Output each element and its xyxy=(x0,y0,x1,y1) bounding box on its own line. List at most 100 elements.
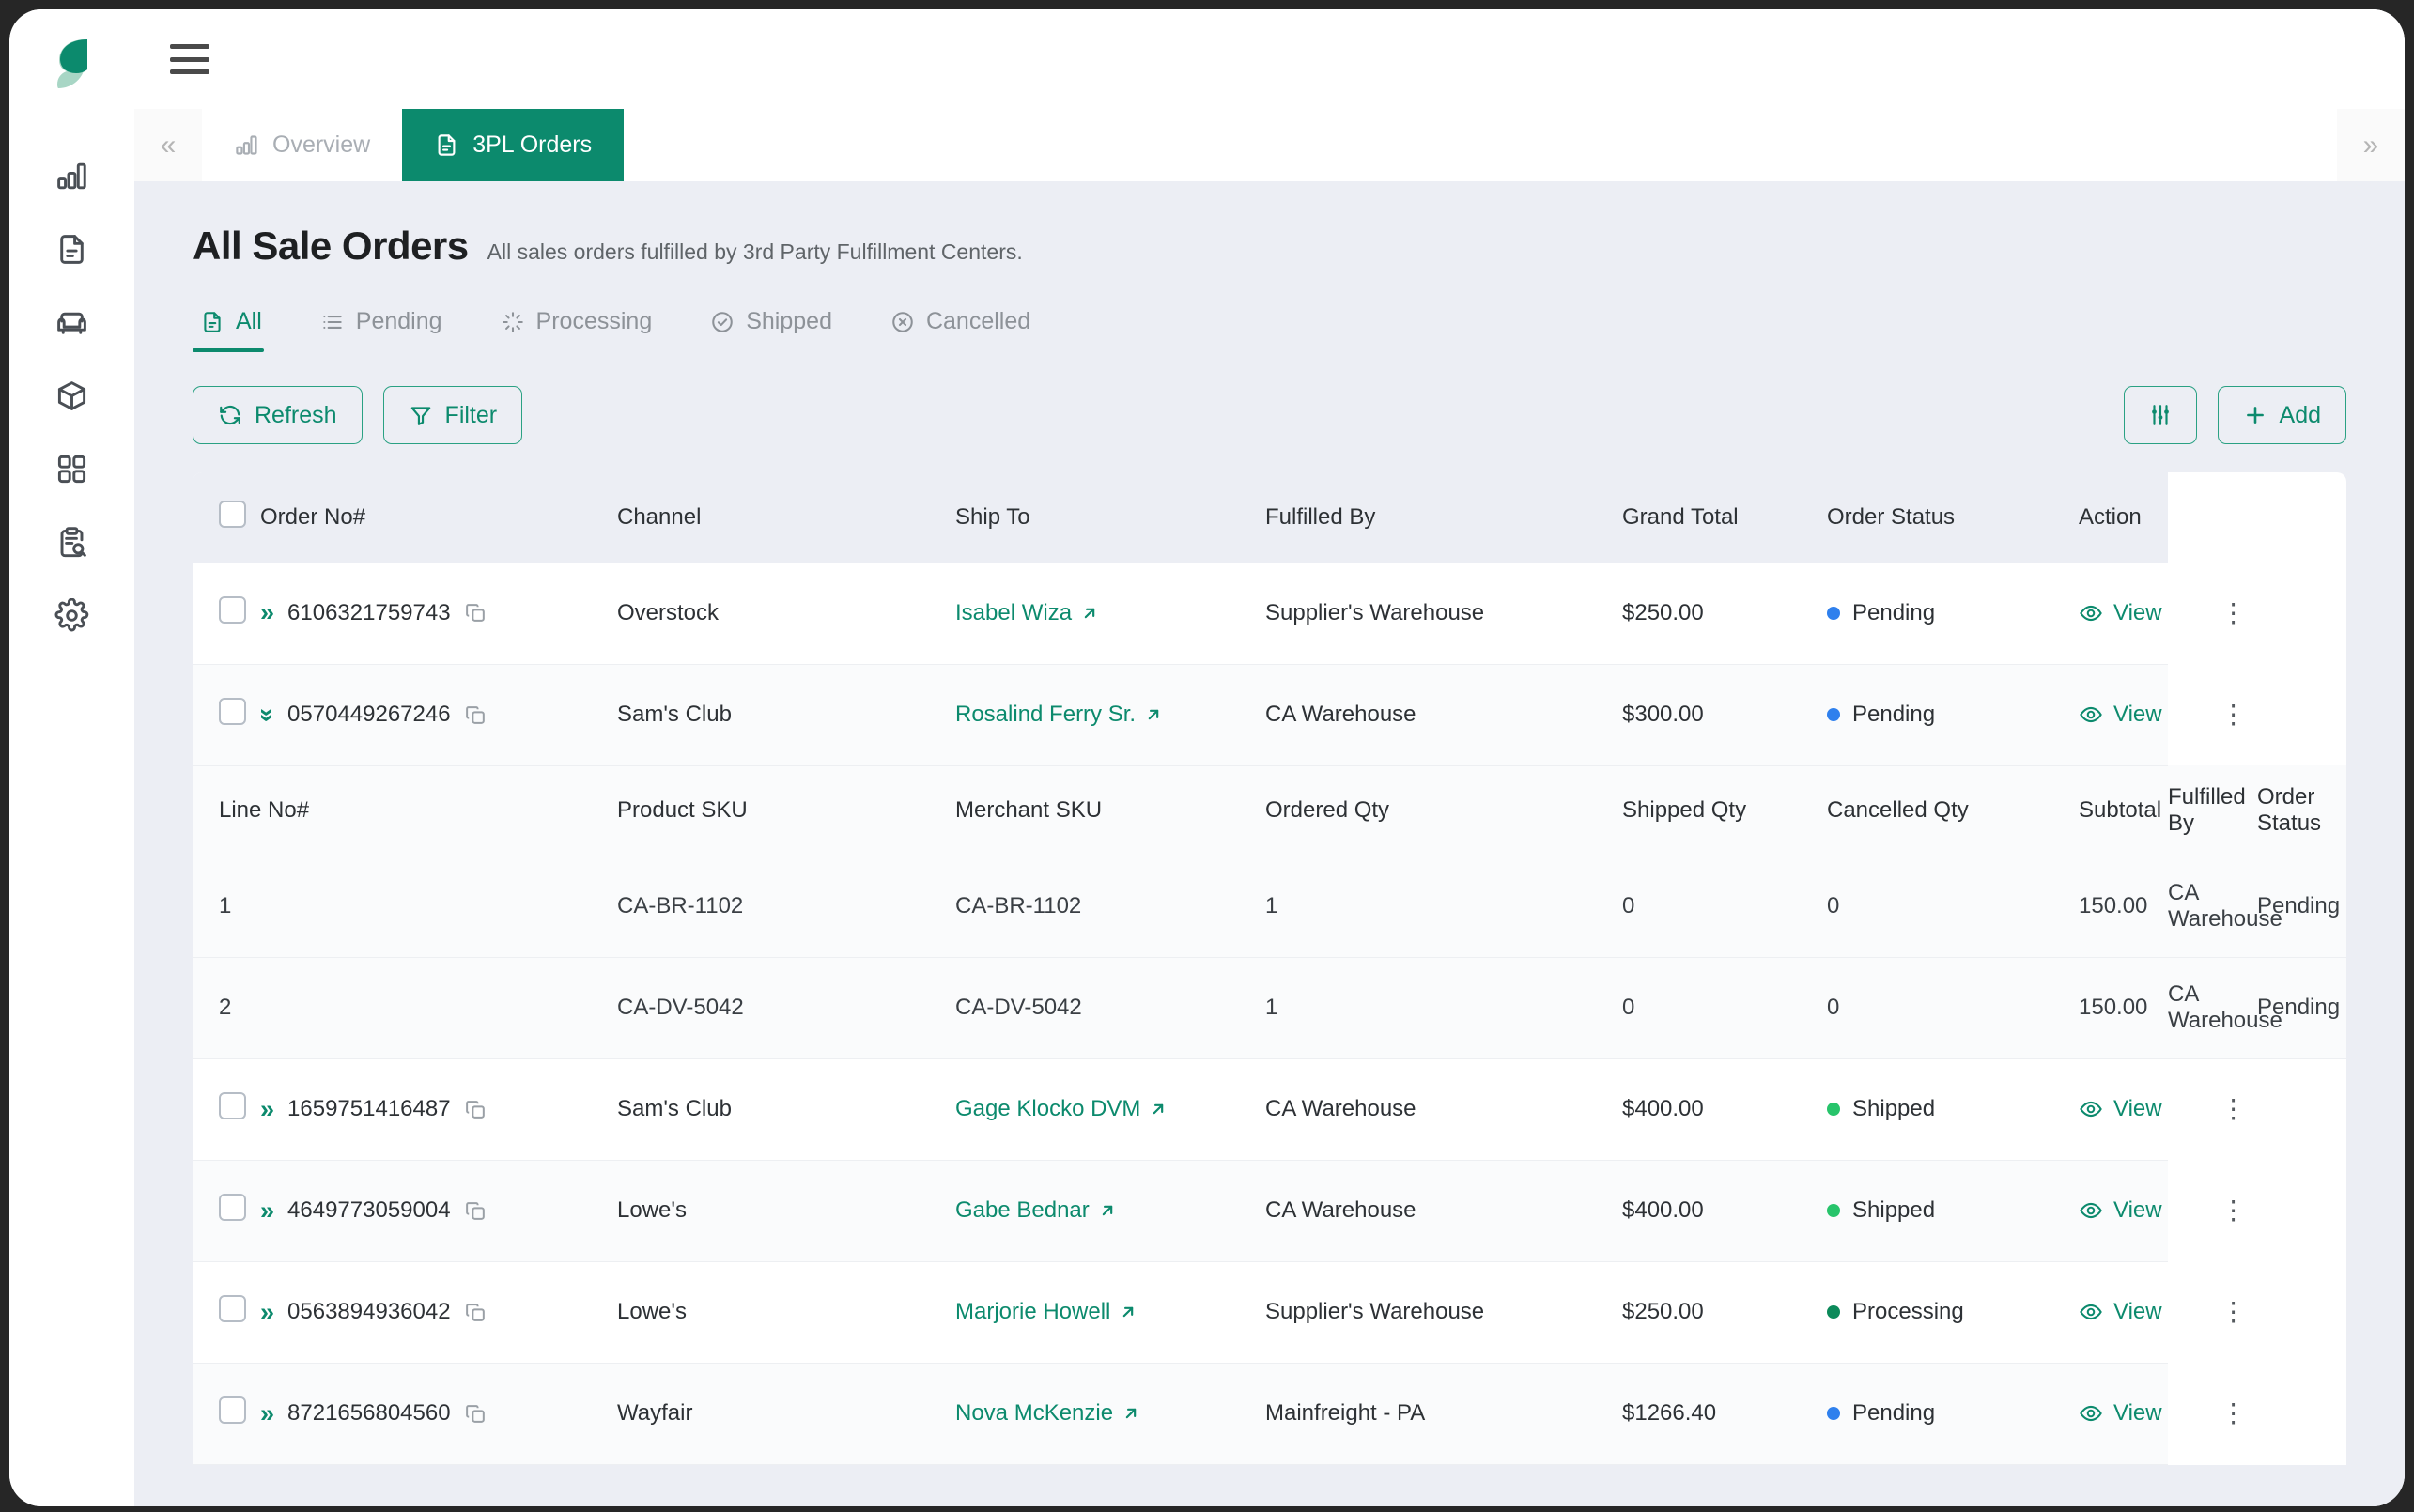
row-checkbox[interactable] xyxy=(219,1295,246,1322)
cell-order-status: Shipped xyxy=(1827,1058,2079,1161)
ship-to-value: Nova McKenzie xyxy=(955,1400,1114,1426)
tab-overview[interactable]: Overview xyxy=(202,109,403,181)
filter-button[interactable]: Filter xyxy=(382,386,523,444)
clipboard-search-icon xyxy=(60,526,86,557)
cell-ship-to: Rosalind Ferry Sr. xyxy=(955,664,1265,766)
view-button[interactable]: View xyxy=(2079,600,2162,626)
row-menu-icon[interactable]: ⋮ xyxy=(2221,599,2247,626)
table-row[interactable]: » 6106321759743 Overstock Isabel Wiza Su… xyxy=(193,563,2346,665)
external-link-icon xyxy=(1123,1306,1134,1318)
table-row[interactable]: » 8721656804560 Wayfair Nova McKenzie Ma… xyxy=(193,1363,2346,1465)
collapse-row-icon[interactable]: » xyxy=(254,707,282,721)
sidebar-item-documents[interactable] xyxy=(42,212,102,285)
gear-icon xyxy=(54,597,89,631)
sidebar-item-furniture[interactable] xyxy=(42,285,102,359)
sidebar-item-audit[interactable] xyxy=(42,505,102,579)
cell-fulfilled-by: Mainfreight - PA xyxy=(1265,1363,1622,1465)
sidebar-item-settings[interactable] xyxy=(42,579,102,652)
expand-row-icon[interactable]: » xyxy=(260,1197,274,1224)
row-menu-icon[interactable]: ⋮ xyxy=(2221,702,2247,728)
header-ship-to: Ship To xyxy=(955,504,1030,530)
expand-row-icon[interactable]: » xyxy=(260,1400,274,1427)
copy-icon[interactable] xyxy=(464,1098,487,1121)
tabs-scroll-left-button[interactable]: « xyxy=(134,109,202,181)
cell-fulfilled-by: Supplier's Warehouse xyxy=(1265,1261,1622,1364)
row-checkbox[interactable] xyxy=(219,1092,246,1119)
refresh-button[interactable]: Refresh xyxy=(193,386,363,444)
order-no-value: 0570449267246 xyxy=(287,702,451,727)
row-checkbox[interactable] xyxy=(219,1194,246,1221)
sub-header-line-no: Line No# xyxy=(193,765,617,856)
page-body: All Sale Orders All sales orders fulfill… xyxy=(134,182,2405,1506)
row-checkbox[interactable] xyxy=(219,595,246,624)
view-button[interactable]: View xyxy=(2079,1400,2162,1427)
leaf-logo[interactable] xyxy=(48,38,97,90)
cell-fulfilled-by: CA Warehouse xyxy=(1265,1160,1622,1262)
status-tab-label: Processing xyxy=(535,308,653,334)
ship-to-value: Marjorie Howell xyxy=(955,1299,1111,1324)
expand-row-icon[interactable]: » xyxy=(260,1096,274,1122)
status-dot xyxy=(1827,606,1840,620)
sidebar-item-inventory[interactable] xyxy=(42,359,102,432)
expand-row-icon[interactable]: » xyxy=(260,600,274,625)
sub-header-subtotal: Subtotal xyxy=(2079,765,2168,856)
external-link-icon xyxy=(1125,1408,1137,1419)
view-button[interactable]: View xyxy=(2079,1299,2162,1325)
cell-action: View ⋮ xyxy=(2079,1058,2247,1161)
document-icon xyxy=(204,311,221,332)
sub-cell-cancelled-qty: 0 xyxy=(1827,856,2079,958)
cell-order-status: Pending xyxy=(1827,563,2079,665)
table-row[interactable]: » 4649773059004 Lowe's Gabe Bednar CA Wa… xyxy=(193,1160,2346,1262)
select-all-checkbox[interactable] xyxy=(219,501,246,528)
row-menu-icon[interactable]: ⋮ xyxy=(2221,1197,2247,1224)
cell-action: View ⋮ xyxy=(2079,563,2247,665)
sub-cell-order-status: Pending xyxy=(2257,957,2346,1059)
row-menu-icon[interactable]: ⋮ xyxy=(2221,1299,2247,1325)
table-row[interactable]: » 1659751416487 Sam's Club Gage Klocko D… xyxy=(193,1058,2346,1161)
hamburger-icon[interactable] xyxy=(170,44,209,74)
table-row[interactable]: » 0563894936042 Lowe's Marjorie Howell S… xyxy=(193,1261,2346,1364)
eye-icon xyxy=(2080,1101,2102,1118)
copy-icon[interactable] xyxy=(464,1402,487,1426)
view-button[interactable]: View xyxy=(2079,1197,2162,1224)
sub-cell-product-sku: CA-BR-1102 xyxy=(617,856,955,958)
view-button[interactable]: View xyxy=(2079,702,2162,728)
copy-icon[interactable] xyxy=(464,703,487,727)
status-badge: Processing xyxy=(1852,1299,1964,1324)
row-checkbox[interactable] xyxy=(219,698,246,725)
sidebar-item-apps[interactable] xyxy=(42,432,102,505)
expand-row-icon[interactable]: » xyxy=(260,1299,274,1325)
view-button[interactable]: View xyxy=(2079,1096,2162,1122)
cell-action: View ⋮ xyxy=(2079,1261,2247,1364)
sub-header-merchant-sku: Merchant SKU xyxy=(955,765,1265,856)
ship-to-link[interactable]: Marjorie Howell xyxy=(955,1299,1137,1325)
row-checkbox[interactable] xyxy=(219,1396,246,1424)
list-icon xyxy=(323,315,342,329)
sliders-icon xyxy=(2151,405,2169,425)
tabs-scroll-right-button[interactable]: » xyxy=(2337,109,2405,181)
status-tab-shipped[interactable]: Shipped xyxy=(703,308,859,352)
status-tab-cancelled[interactable]: Cancelled xyxy=(883,308,1057,352)
copy-icon[interactable] xyxy=(464,601,487,625)
add-button[interactable]: Add xyxy=(2217,386,2346,444)
table-settings-button[interactable] xyxy=(2123,386,2197,444)
copy-icon[interactable] xyxy=(464,1199,487,1223)
status-tab-all[interactable]: All xyxy=(193,308,288,352)
sidebar-item-analytics[interactable] xyxy=(42,139,102,212)
tab-3pl-orders[interactable]: 3PL Orders xyxy=(402,109,625,181)
status-tab-pending[interactable]: Pending xyxy=(313,308,469,352)
status-tab-processing[interactable]: Processing xyxy=(493,308,679,352)
sub-table-row: 1 CA-BR-1102 CA-BR-1102 1 0 0 150.00 CA … xyxy=(193,856,2346,958)
row-menu-icon[interactable]: ⋮ xyxy=(2221,1400,2247,1427)
header-order-no: Order No# xyxy=(260,504,366,530)
ship-to-link[interactable]: Isabel Wiza xyxy=(955,600,1099,626)
view-label: View xyxy=(2113,1096,2162,1121)
ship-to-link[interactable]: Gabe Bednar xyxy=(955,1197,1117,1224)
copy-icon[interactable] xyxy=(464,1301,487,1324)
row-menu-icon[interactable]: ⋮ xyxy=(2221,1096,2247,1122)
table-row[interactable]: » 0570449267246 Sam's Club Rosalind Ferr… xyxy=(193,664,2346,766)
ship-to-link[interactable]: Nova McKenzie xyxy=(955,1400,1140,1427)
ship-to-link[interactable]: Rosalind Ferry Sr. xyxy=(955,702,1163,728)
ship-to-link[interactable]: Gage Klocko DVM xyxy=(955,1096,1168,1122)
cell-action: View ⋮ xyxy=(2079,1363,2247,1465)
